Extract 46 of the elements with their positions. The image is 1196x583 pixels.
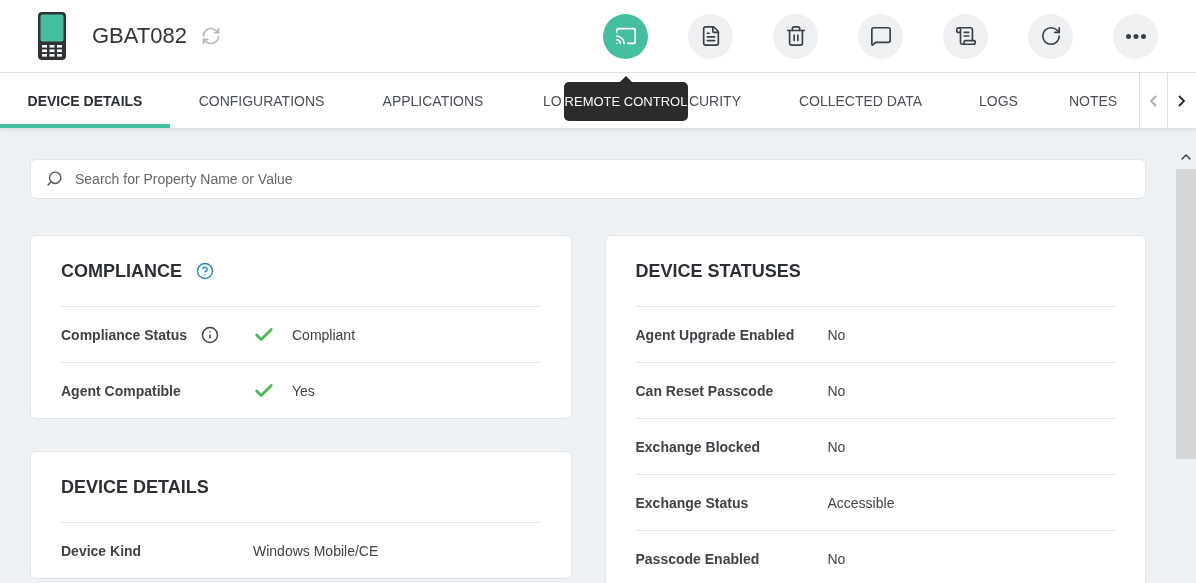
property-label: Passcode Enabled (635, 550, 760, 567)
chevron-left-icon (1150, 94, 1157, 107)
property-value: No (827, 438, 846, 455)
tab[interactable]: NOTES (1047, 73, 1139, 128)
phone-icon (38, 12, 66, 60)
delete-button[interactable] (773, 13, 818, 59)
search-icon (46, 170, 63, 187)
tab[interactable]: COLLECTED DATA (771, 73, 950, 128)
trash-icon (784, 25, 807, 47)
document-button[interactable] (688, 13, 733, 59)
property-value: No (827, 382, 846, 399)
property-value: No (827, 550, 846, 567)
property-label: Device Kind (61, 542, 142, 559)
message-button[interactable] (858, 13, 903, 59)
chevron-right-icon (1178, 94, 1185, 107)
property-value: Accessible (827, 494, 895, 511)
property-label: Exchange Status (635, 494, 749, 511)
tab[interactable]: CONFIGURATIONS (170, 73, 353, 128)
property-label: Compliance Status (61, 326, 188, 343)
section-title: COMPLIANCE (61, 260, 182, 282)
property-label: Agent Compatible (61, 382, 181, 399)
more-button[interactable] (1113, 13, 1158, 59)
property-label: Can Reset Passcode (635, 382, 774, 399)
property-value: Yes (292, 382, 315, 399)
property-value: No (827, 326, 846, 343)
info-icon[interactable] (201, 325, 220, 344)
notes-button[interactable] (943, 13, 988, 59)
tooltip: REMOTE CONTROL (564, 76, 688, 121)
section-title: DEVICE DETAILS (61, 476, 209, 498)
tab[interactable]: LOGS (950, 73, 1047, 128)
property-label: Exchange Blocked (635, 438, 760, 455)
property-value: Compliant (292, 326, 356, 343)
notes-icon (954, 25, 977, 47)
search-field[interactable]: Search for Property Name or Value (30, 159, 1146, 199)
section-title: DEVICE STATUSES (635, 260, 801, 282)
refresh-button[interactable] (1028, 13, 1073, 59)
speech-bubble-icon (869, 25, 892, 47)
tab[interactable]: APPLICATIONS (353, 73, 513, 128)
property-label: Agent Upgrade Enabled (635, 326, 795, 343)
refresh-icon (1039, 25, 1062, 47)
device-name: GBAT082 (92, 23, 187, 49)
help-icon[interactable] (196, 262, 214, 280)
property-value: Windows Mobile/CE (253, 542, 379, 559)
more-icon (1125, 33, 1146, 39)
scrollbar-thumb[interactable] (1176, 169, 1196, 459)
cast-icon (614, 25, 637, 47)
